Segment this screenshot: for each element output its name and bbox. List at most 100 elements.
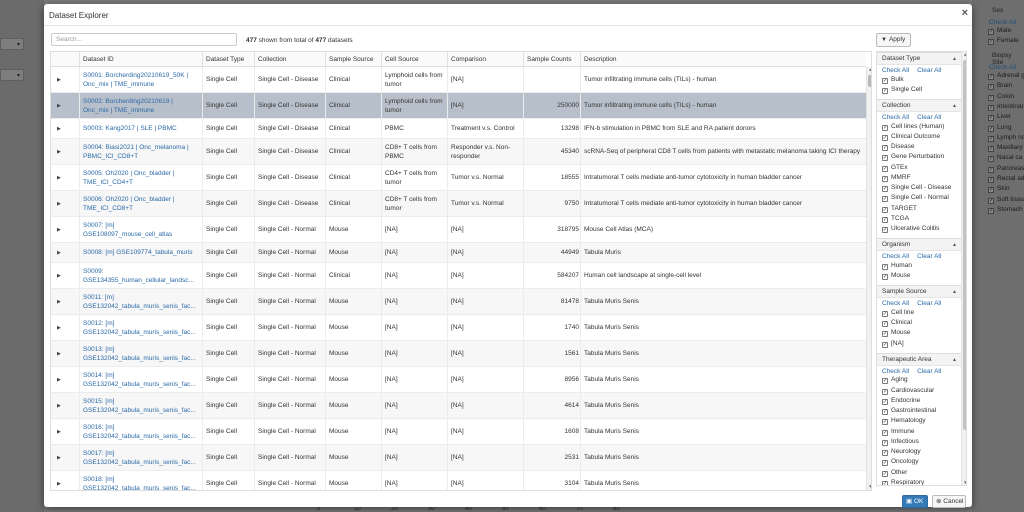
check-all-link[interactable]: Check All [882,253,909,260]
expand-row-icon[interactable]: ▶ [57,77,61,83]
checkbox-checked-icon[interactable]: ✓ [882,196,888,203]
table-row[interactable]: ▶ S0005: Oh2020 | Onc_bladder | TME_ICI_CD… [51,165,866,191]
table-row[interactable]: ▶ S0011: [m] GSE132042_tabula_muris_senis_… [51,289,866,315]
clear-all-link[interactable]: Clear All [917,300,941,307]
filter-checkbox-item[interactable]: ✓ Human [882,262,912,270]
checkbox-checked-icon[interactable]: ✓ [882,186,888,192]
checkbox-checked-icon[interactable]: ✓ [882,321,888,327]
filter-checkbox-item[interactable]: ✓ Neurology [882,448,921,456]
col-description-header[interactable]: Description [584,56,617,63]
dataset-id-link[interactable]: S0016: [m] GSE132042_tabula_muris_senis_f… [83,423,204,442]
checkbox-checked-icon[interactable]: ✓ [882,87,888,94]
expand-row-icon[interactable]: ▶ [57,149,61,155]
dataset-id-link[interactable]: S0011: [m] GSE132042_tabula_muris_senis_f… [83,293,204,312]
dataset-id-link[interactable]: S0012: [m] GSE132042_tabula_muris_senis_f… [83,319,204,338]
expand-row-icon[interactable]: ▶ [57,201,61,207]
filter-checkbox-item[interactable]: ✓ Cell lines (Human) [882,123,944,131]
checkbox-checked-icon[interactable]: ✓ [882,429,888,436]
col-dataset-id-header[interactable]: Dataset ID [83,56,114,63]
table-row[interactable]: ▶ S0017: [m] GSE132042_tabula_muris_senis_… [51,445,866,471]
table-row[interactable]: ▶ S0004: Biasi2021 | Onc_melanoma | PBMC_I… [51,139,866,165]
filter-scrollbar[interactable]: ▲ ▼ [961,52,966,485]
scrollbar-thumb[interactable] [868,75,871,87]
checkbox-checked-icon[interactable]: ✓ [882,388,888,395]
clear-all-link[interactable]: Clear All [917,67,941,74]
expand-row-icon[interactable]: ▶ [57,455,61,461]
checkbox-checked-icon[interactable]: ✓ [882,310,888,317]
dataset-id-link[interactable]: S0018: [m] GSE132042_tabula_muris_senis_f… [83,475,204,491]
checkbox-checked-icon[interactable]: ✓ [882,216,888,223]
filter-checkbox-item[interactable]: ✓ Aging [882,376,908,385]
table-row[interactable]: ▶ S0001: Borcherding20210619_50K | Onc_mix… [51,67,866,93]
expand-row-icon[interactable]: ▶ [57,377,61,383]
dataset-id-link[interactable]: S0009: GSE134355_human_cellular_landsc... [83,267,204,286]
table-row[interactable]: ▶ S0016: [m] GSE132042_tabula_muris_senis_… [51,419,866,445]
checkbox-checked-icon[interactable]: ✓ [882,77,888,84]
checkbox-checked-icon[interactable]: ✓ [882,274,888,280]
check-all-link[interactable]: Check All [882,300,909,307]
col-dataset-type-header[interactable]: Dataset Type [206,56,244,63]
filter-checkbox-item[interactable]: ✓ Single Cell [882,86,922,94]
table-row[interactable]: ▶ S0015: [m] GSE132042_tabula_muris_senis_… [51,393,866,419]
close-icon[interactable]: × [962,8,968,19]
filter-checkbox-item[interactable]: ✓ Clinical [882,319,912,327]
checkbox-checked-icon[interactable]: ✓ [882,155,888,162]
expand-row-icon[interactable]: ▶ [57,299,61,305]
scroll-down-icon[interactable]: ▼ [868,484,871,490]
dataset-id-link[interactable]: S0015: [m] GSE132042_tabula_muris_senis_f… [83,397,204,416]
expand-row-icon[interactable]: ▶ [57,325,61,331]
filter-section-header[interactable]: Collection ▲ [877,99,961,112]
checkbox-checked-icon[interactable]: ✓ [882,227,888,233]
expand-row-icon[interactable]: ▶ [57,481,61,487]
filter-checkbox-item[interactable]: ✓ Respiratory [882,479,924,485]
check-all-link[interactable]: Check All [882,67,909,74]
dataset-id-link[interactable]: S0002: Borcherding20210619 | Onc_mix | TM… [83,97,204,116]
table-row[interactable]: ▶ S0002: Borcherding20210619 | Onc_mix | T… [51,93,866,119]
checkbox-checked-icon[interactable]: ✓ [882,450,888,456]
filter-section-header[interactable]: Sample Source ▲ [877,285,961,299]
dataset-id-link[interactable]: S0013: [m] GSE132042_tabula_muris_senis_f… [83,345,204,364]
ok-button[interactable]: ▣ OK [902,495,928,508]
filter-checkbox-item[interactable]: ✓ GTEx [882,164,908,172]
search-input[interactable] [51,33,237,46]
caret-up-icon[interactable]: ▲ [952,100,957,112]
filter-section-header[interactable]: Dataset Type ▲ [877,52,961,65]
table-row[interactable]: ▶ S0014: [m] GSE132042_tabula_muris_senis_… [51,367,866,393]
dataset-id-link[interactable]: S0001: Borcherding20210619_50K | Onc_mix … [83,71,204,90]
checkbox-checked-icon[interactable]: ✓ [882,409,888,415]
filter-checkbox-item[interactable]: ✓ Immune [882,428,914,436]
checkbox-checked-icon[interactable]: ✓ [882,439,888,446]
filter-checkbox-item[interactable]: ✓ Infectious [882,438,919,446]
expand-row-icon[interactable]: ▶ [57,175,61,181]
checkbox-checked-icon[interactable]: ✓ [882,206,888,213]
caret-up-icon[interactable]: ▲ [952,53,957,65]
filter-checkbox-item[interactable]: ✓ Ulcerative Colitis [882,225,939,233]
table-row[interactable]: ▶ S0013: [m] GSE132042_tabula_muris_senis_… [51,341,866,367]
col-sample-counts-header[interactable]: Sample Counts [527,56,571,63]
checkbox-checked-icon[interactable]: ✓ [882,134,888,141]
table-row[interactable]: ▶ S0009: GSE134355_human_cellular_landsc..… [51,263,866,289]
col-comparison-header[interactable]: Comparison [451,56,486,63]
expand-row-icon[interactable]: ▶ [57,273,61,279]
filter-checkbox-item[interactable]: ✓ Bulk [882,76,904,84]
cancel-button[interactable]: ⊗ Cancel [932,495,966,508]
scrollbar-thumb[interactable] [963,60,966,430]
checkbox-checked-icon[interactable]: ✓ [882,470,888,477]
dataset-id-link[interactable]: S0006: Oh2020 | Onc_bladder | TME_ICI_CD8… [83,195,204,214]
expand-row-icon[interactable]: ▶ [57,126,61,132]
dataset-id-link[interactable]: S0017: [m] GSE132042_tabula_muris_senis_f… [83,449,204,468]
filter-checkbox-item[interactable]: ✓ Other [882,469,907,477]
table-row[interactable]: ▶ S0008: [m] GSE109774_tabula_muris Single… [51,243,866,263]
expand-row-icon[interactable]: ▶ [57,250,61,256]
checkbox-checked-icon[interactable]: ✓ [882,175,888,182]
checkbox-checked-icon[interactable]: ✓ [882,331,888,338]
check-all-link[interactable]: Check All [882,368,909,375]
check-all-link[interactable]: Check All [882,114,909,121]
checkbox-checked-icon[interactable]: ✓ [882,145,888,151]
filter-section-header[interactable]: Therapeutic Area ▲ [877,352,961,366]
filter-checkbox-item[interactable]: ✓ Mouse [882,272,911,280]
checkbox-checked-icon[interactable]: ✓ [882,165,888,172]
table-row[interactable]: ▶ S0012: [m] GSE132042_tabula_muris_senis_… [51,315,866,341]
expand-row-icon[interactable]: ▶ [57,429,61,435]
checkbox-checked-icon[interactable]: ✓ [882,124,888,131]
